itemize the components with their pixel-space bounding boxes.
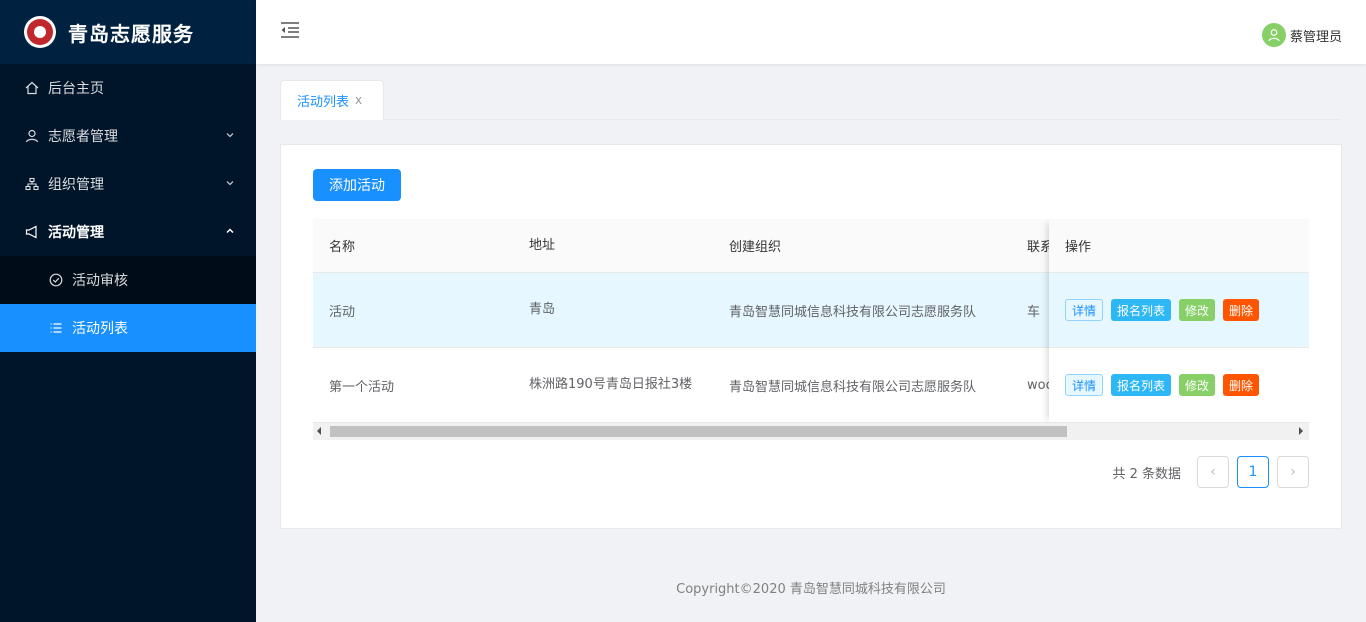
chevron-down-icon — [226, 181, 234, 186]
column-header-actions: 操作 — [1049, 219, 1309, 273]
logo-icon — [24, 16, 56, 48]
sidebar-item-label: 活动审核 — [72, 273, 128, 289]
delete-button[interactable]: 删除 — [1223, 374, 1260, 396]
detail-button[interactable]: 详情 — [1065, 299, 1104, 321]
sidebar-item-volunteers[interactable]: 志愿者管理 — [0, 112, 256, 160]
scrollbar-thumb[interactable] — [330, 426, 1067, 437]
user-icon — [1268, 29, 1280, 42]
org-icon — [24, 176, 40, 192]
signup-list-button[interactable]: 报名列表 — [1111, 374, 1172, 396]
sidebar-item-activity-review[interactable]: 活动审核 — [0, 256, 256, 304]
sidebar: 青岛志愿服务 后台主页 志愿者管理 组织管理 活动管理 活动审核 活动列表 — [0, 0, 256, 622]
row-actions: 详情 报名列表 修改 删除 — [1049, 348, 1309, 423]
chevron-down-icon — [226, 133, 234, 138]
sidebar-item-label: 组织管理 — [48, 177, 104, 193]
horizontal-scrollbar[interactable] — [313, 423, 1309, 440]
sidebar-item-home[interactable]: 后台主页 — [0, 64, 256, 112]
sidebar-item-label: 志愿者管理 — [48, 129, 118, 145]
edit-button[interactable]: 修改 — [1179, 374, 1216, 396]
sidebar-item-label: 后台主页 — [48, 81, 104, 97]
cell-name: 活动 — [329, 304, 356, 320]
brand-title: 青岛志愿服务 — [68, 21, 194, 46]
cell-address: 株洲路190号青岛日报社3楼 — [529, 377, 693, 392]
next-page-button[interactable]: › — [1277, 456, 1309, 488]
cell-org: 青岛智慧同城信息科技有限公司志愿服务队 — [729, 379, 977, 395]
page-button-current[interactable]: 1 — [1237, 456, 1269, 488]
cell-name: 第一个活动 — [329, 379, 395, 395]
signup-list-button[interactable]: 报名列表 — [1111, 299, 1172, 321]
list-icon — [48, 320, 64, 336]
cell-org: 青岛智慧同城信息科技有限公司志愿服务队 — [729, 304, 977, 320]
column-header-name: 名称 — [329, 240, 356, 255]
column-header-address: 地址 — [529, 237, 556, 253]
content-card: 添加活动 名称 地址 创建组织 联系 活动 青岛 青岛智慧同城信息科技有限公司志… — [280, 144, 1342, 529]
user-icon — [24, 128, 40, 144]
sidebar-item-activities[interactable]: 活动管理 — [0, 208, 256, 256]
pagination-total: 共 2 条数据 — [1112, 466, 1181, 482]
column-header-org: 创建组织 — [729, 240, 782, 255]
page-tabs: 活动列表 x — [280, 80, 1341, 120]
cell-address: 青岛 — [529, 302, 556, 317]
home-icon — [24, 80, 40, 96]
check-circle-icon — [48, 272, 64, 288]
sidebar-item-label: 活动管理 — [48, 225, 104, 241]
edit-button[interactable]: 修改 — [1179, 299, 1216, 321]
activities-submenu: 活动审核 活动列表 — [0, 256, 256, 352]
tab-activity-list[interactable]: 活动列表 x — [280, 80, 384, 120]
chevron-up-icon — [226, 228, 234, 234]
scroll-left-icon[interactable] — [317, 427, 321, 435]
sidebar-item-label: 活动列表 — [72, 321, 128, 337]
close-icon[interactable]: x — [355, 93, 362, 107]
delete-button[interactable]: 删除 — [1223, 299, 1260, 321]
add-activity-button[interactable]: 添加活动 — [313, 169, 401, 201]
detail-button[interactable]: 详情 — [1065, 374, 1104, 396]
top-header: 蔡管理员 — [256, 0, 1366, 64]
tab-label: 活动列表 — [297, 94, 350, 110]
scroll-right-icon[interactable] — [1299, 427, 1303, 435]
user-name: 蔡管理员 — [1289, 29, 1342, 45]
activity-table: 名称 地址 创建组织 联系 活动 青岛 青岛智慧同城信息科技有限公司志愿服务队 … — [313, 219, 1309, 441]
row-actions: 详情 报名列表 修改 删除 — [1049, 273, 1309, 348]
footer-copyright: Copyright©2020 青岛智慧同城科技有限公司 — [676, 582, 946, 597]
actions-column: 操作 详情 报名列表 修改 删除 详情 报名列表 修改 删除 — [1049, 219, 1309, 423]
sidebar-item-activity-list[interactable]: 活动列表 — [0, 304, 256, 352]
sidebar-item-organizations[interactable]: 组织管理 — [0, 160, 256, 208]
brand[interactable]: 青岛志愿服务 — [0, 0, 256, 64]
user-menu[interactable]: 蔡管理员 — [1261, 23, 1342, 47]
megaphone-icon — [24, 224, 40, 240]
menu-fold-icon[interactable] — [280, 20, 300, 40]
pagination: 共 2 条数据 ‹ 1 › — [1112, 456, 1309, 488]
prev-page-button[interactable]: ‹ — [1197, 456, 1229, 488]
avatar — [1261, 23, 1286, 47]
